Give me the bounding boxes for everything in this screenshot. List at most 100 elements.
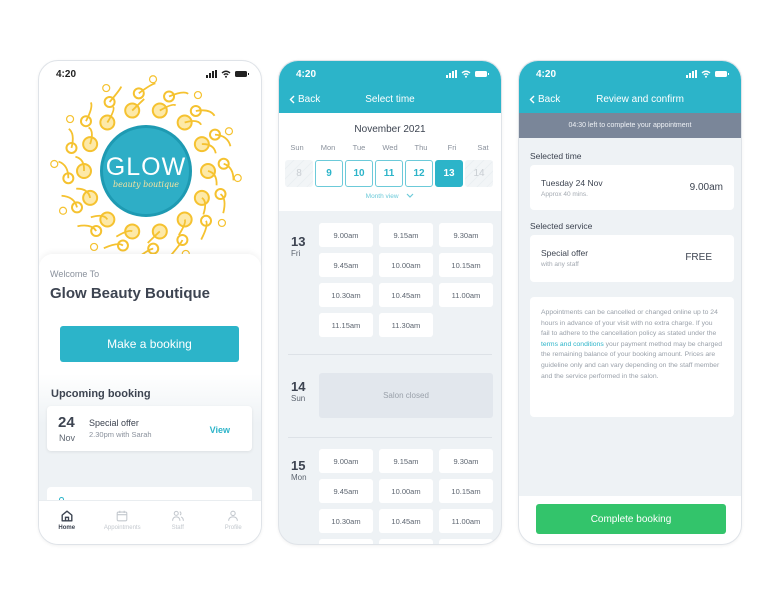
upcoming-booking-card[interactable]: 24 Nov Special offer 2.30pm with Sarah V… bbox=[47, 406, 252, 451]
weekday-label: Sat bbox=[477, 143, 489, 152]
divider bbox=[288, 354, 492, 355]
signal-icon bbox=[686, 70, 697, 78]
service-name: Special offer bbox=[541, 248, 589, 258]
wifi-icon bbox=[701, 70, 711, 78]
swirl-mark bbox=[147, 242, 160, 255]
swirl-mark bbox=[65, 114, 75, 124]
swirl-mark bbox=[193, 90, 203, 100]
terms-link[interactable]: terms and conditions bbox=[541, 341, 604, 348]
time-slot[interactable] bbox=[319, 539, 373, 544]
welcome-label: Welcome To bbox=[50, 269, 100, 279]
tab-label: Profile bbox=[224, 525, 242, 531]
weekday-label: Tue bbox=[352, 143, 366, 152]
time-slot[interactable]: 9.30am bbox=[439, 449, 493, 473]
time-slot[interactable] bbox=[439, 539, 493, 544]
status-bar: 4:20 bbox=[279, 61, 501, 87]
complete-booking-button[interactable]: Complete booking bbox=[536, 504, 726, 534]
swirl-mark bbox=[217, 218, 227, 228]
bottom-tab-bar: Home Appointments Staff Profile bbox=[39, 500, 261, 544]
date-13[interactable]: 13 bbox=[435, 160, 463, 187]
swirl-mark bbox=[58, 206, 68, 215]
wifi-icon bbox=[221, 70, 231, 78]
time-slot[interactable]: 11.15am bbox=[319, 313, 373, 337]
booking-day: 24 bbox=[58, 414, 75, 431]
day-number: 15 bbox=[291, 458, 306, 473]
calendar-icon bbox=[116, 510, 128, 522]
calendar-month: November 2021 bbox=[354, 124, 426, 135]
time-slot[interactable]: 10.00am bbox=[379, 253, 433, 277]
swirl-mark bbox=[82, 136, 99, 153]
date-8: 8 bbox=[285, 160, 313, 187]
date-10[interactable]: 10 bbox=[345, 160, 373, 187]
time-slot[interactable]: 11.00am bbox=[439, 509, 493, 533]
time-slot[interactable]: 9.30am bbox=[439, 223, 493, 247]
swirl-mark bbox=[71, 201, 84, 214]
appointment-date: Tuesday 24 Nov bbox=[541, 178, 603, 188]
footer: Complete booking bbox=[519, 496, 741, 544]
chevron-left-icon bbox=[529, 95, 535, 104]
weekday-label: Mon bbox=[320, 143, 336, 152]
month-view-label: Month view bbox=[365, 193, 399, 200]
swirl-mark bbox=[219, 193, 226, 214]
battery-icon bbox=[475, 71, 489, 77]
home-screen: GLOW beauty boutique 4:20 Welcome To Glo… bbox=[38, 60, 262, 545]
week-calendar: November 2021 Sun Mon Tue Wed Thu Fri Sa… bbox=[279, 113, 501, 211]
time-slot[interactable]: 10.45am bbox=[379, 283, 433, 307]
booking-title: Special offer bbox=[89, 418, 139, 428]
status-bar: 4:20 bbox=[39, 61, 261, 87]
time-slot[interactable]: 11.00am bbox=[439, 283, 493, 307]
profile-icon bbox=[228, 510, 239, 521]
time-slot[interactable]: 9.45am bbox=[319, 479, 373, 503]
view-booking-link[interactable]: View bbox=[210, 425, 230, 435]
status-time: 4:20 bbox=[296, 68, 317, 80]
swirl-mark bbox=[103, 243, 124, 250]
date-12[interactable]: 12 bbox=[405, 160, 433, 187]
swirl-mark bbox=[79, 115, 92, 128]
time-slot[interactable]: 9.15am bbox=[379, 223, 433, 247]
status-time: 4:20 bbox=[56, 68, 77, 80]
appointment-duration: Approx 40 mins. bbox=[541, 191, 588, 198]
service-staff: with any staff bbox=[541, 261, 579, 268]
signal-icon bbox=[446, 70, 457, 78]
tab-appointments[interactable]: Appointments bbox=[95, 501, 151, 544]
time-slot[interactable]: 10.45am bbox=[379, 509, 433, 533]
screen-title: Select time bbox=[365, 94, 415, 105]
salon-closed-notice: Salon closed bbox=[319, 373, 493, 418]
time-slot[interactable]: 10.30am bbox=[319, 509, 373, 533]
divider bbox=[288, 437, 492, 438]
time-slot[interactable]: 10.30am bbox=[319, 283, 373, 307]
logo-badge: GLOW beauty boutique bbox=[100, 125, 192, 217]
time-slot[interactable]: 10.00am bbox=[379, 479, 433, 503]
weekday-label: Wed bbox=[382, 143, 398, 152]
battery-icon bbox=[235, 71, 249, 77]
tab-home[interactable]: Home bbox=[39, 501, 95, 544]
time-slots: 9.00am 9.15am 9.30am 9.45am 10.00am 10.15am 10… bbox=[319, 223, 493, 337]
countdown-banner: 04:30 left to complete your appointment bbox=[519, 113, 741, 138]
time-slot[interactable]: 10.15am bbox=[439, 479, 493, 503]
date-11[interactable]: 11 bbox=[375, 160, 403, 187]
tab-staff[interactable]: Staff bbox=[150, 501, 206, 544]
time-slot[interactable]: 9.15am bbox=[379, 449, 433, 473]
wifi-icon bbox=[461, 70, 471, 78]
date-9[interactable]: 9 bbox=[315, 160, 343, 187]
day-name: Fri bbox=[291, 249, 301, 258]
tab-profile[interactable]: Profile bbox=[206, 501, 262, 544]
time-slot[interactable]: 9.00am bbox=[319, 449, 373, 473]
selected-service-label: Selected service bbox=[530, 221, 593, 231]
time-slot[interactable]: 11.30am bbox=[379, 313, 433, 337]
status-bar: 4:20 bbox=[519, 61, 741, 87]
month-view-toggle[interactable]: Month view bbox=[279, 193, 501, 200]
time-slot[interactable]: 10.15am bbox=[439, 253, 493, 277]
status-time: 4:20 bbox=[536, 68, 557, 80]
swirl-mark bbox=[61, 194, 78, 208]
swirl-mark bbox=[68, 128, 74, 149]
appointment-time: 9.00am bbox=[689, 182, 723, 193]
selected-time-card: Tuesday 24 Nov Approx 40 mins. 9.00am bbox=[530, 165, 734, 210]
time-slot[interactable]: 9.45am bbox=[319, 253, 373, 277]
swirl-mark bbox=[223, 162, 235, 181]
time-slot[interactable] bbox=[379, 539, 433, 544]
header: 4:20 Back Review and confirm bbox=[519, 61, 741, 113]
signal-icon bbox=[206, 70, 217, 78]
time-slot[interactable]: 9.00am bbox=[319, 223, 373, 247]
make-booking-button[interactable]: Make a booking bbox=[60, 326, 239, 362]
